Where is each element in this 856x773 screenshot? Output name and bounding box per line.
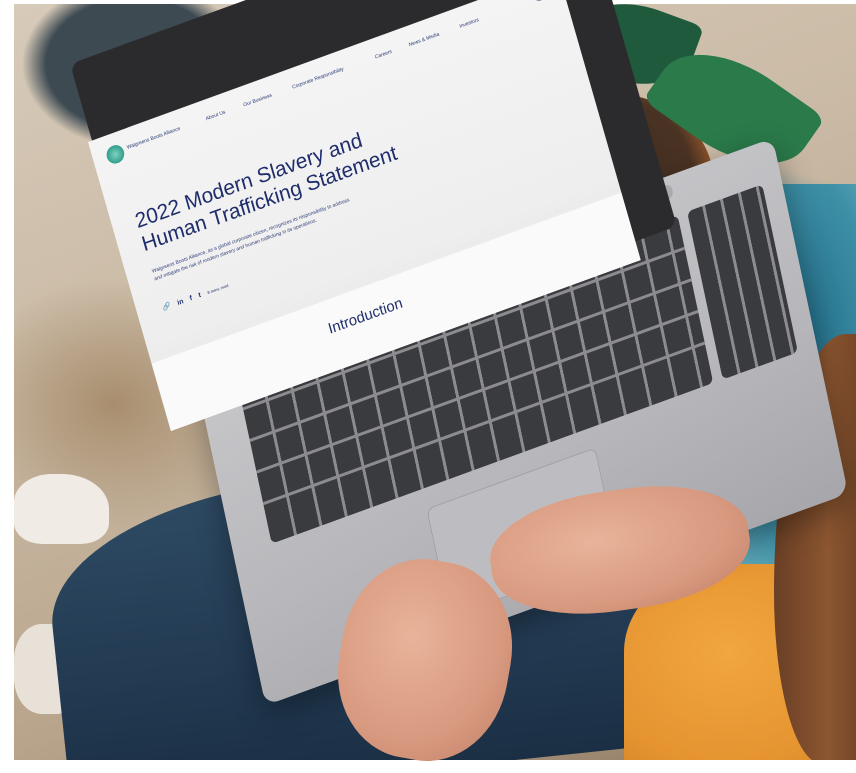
shoe	[14, 474, 109, 544]
nav-item-about-us[interactable]: About Us	[205, 109, 226, 122]
link-icon[interactable]: 🔗	[162, 303, 172, 313]
nav-item-careers[interactable]: Careers	[374, 49, 392, 61]
facebook-icon[interactable]: f	[189, 295, 193, 303]
share-bar: 🔗 in f t 8 mins read	[162, 279, 234, 313]
brand-logo-icon[interactable]	[104, 142, 127, 167]
twitter-icon[interactable]: t	[198, 292, 202, 300]
linkedin-icon[interactable]: in	[177, 298, 185, 307]
nav-item-news-media[interactable]: News & Media	[408, 31, 440, 48]
brand-name[interactable]: Walgreens Boots Alliance	[126, 126, 181, 151]
read-time: 8 mins read	[206, 282, 230, 296]
search-icon[interactable]	[532, 0, 546, 3]
nav-item-corporate-responsibility[interactable]: Corporate Responsibility	[292, 66, 345, 90]
nav-item-investors[interactable]: Investors	[459, 17, 480, 30]
nav-item-our-business[interactable]: Our Business	[243, 92, 273, 108]
